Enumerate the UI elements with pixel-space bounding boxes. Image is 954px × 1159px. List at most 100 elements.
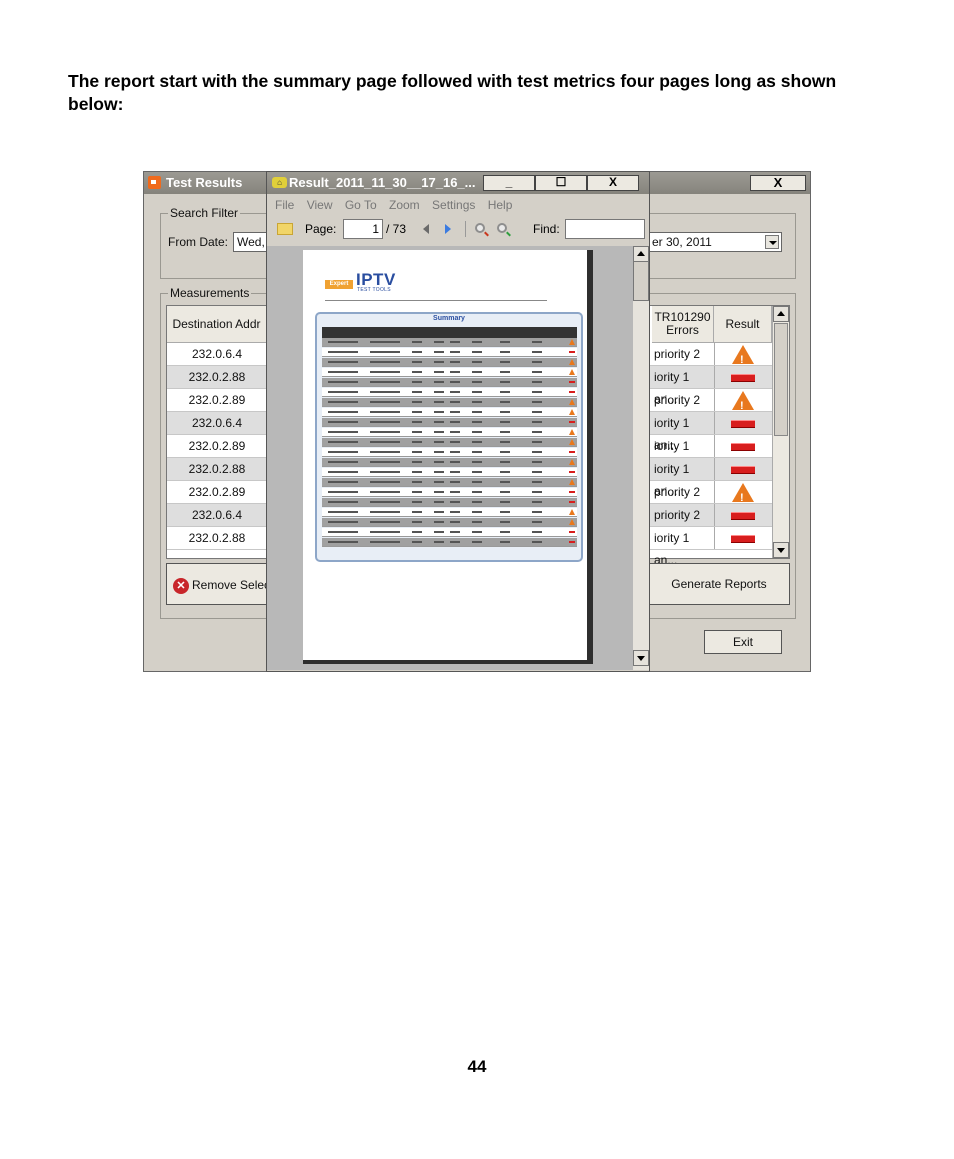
generate-reports-button[interactable]: Generate Reports xyxy=(648,563,790,605)
summary-mini-cell xyxy=(472,391,482,393)
summary-mini-cell xyxy=(450,481,460,483)
summary-mini-cell xyxy=(434,411,444,413)
header-rule xyxy=(325,300,547,301)
summary-mini-row xyxy=(322,458,577,467)
summary-mini-row xyxy=(322,498,577,507)
summary-mini-cell xyxy=(328,451,358,453)
scroll-down-icon[interactable] xyxy=(773,542,789,558)
column-header-destination[interactable]: Destination Addr xyxy=(167,306,267,343)
mini-warning-icon xyxy=(569,359,575,365)
to-date-field[interactable]: er 30, 2011 xyxy=(648,232,782,252)
menu-settings[interactable]: Settings xyxy=(432,198,475,212)
scroll-thumb[interactable] xyxy=(774,323,788,436)
exit-button[interactable]: Exit xyxy=(704,630,782,654)
summary-mini-cell xyxy=(532,371,542,373)
mini-fail-icon xyxy=(569,491,575,493)
summary-mini-cell xyxy=(500,471,510,473)
summary-mini-cell xyxy=(450,361,460,363)
minimize-button[interactable]: _ xyxy=(483,175,535,191)
folder-icon[interactable] xyxy=(277,223,293,235)
summary-mini-cell xyxy=(500,431,510,433)
summary-mini-row xyxy=(322,388,577,397)
summary-mini-cell xyxy=(434,431,444,433)
result-cell xyxy=(714,366,773,388)
summary-mini-cell xyxy=(472,441,482,443)
document-viewport[interactable]: Expert IPTV TEST TOOLS Summary xyxy=(267,246,633,670)
previous-page-icon[interactable] xyxy=(423,224,429,234)
errors-cell: priority 2 xyxy=(654,485,701,499)
summary-mini-row xyxy=(322,468,577,477)
summary-mini-cell xyxy=(532,341,542,343)
menu-view[interactable]: View xyxy=(307,198,333,212)
summary-mini-cell xyxy=(370,341,400,343)
menu-zoom[interactable]: Zoom xyxy=(389,198,420,212)
summary-mini-cell xyxy=(412,521,422,523)
menu-goto[interactable]: Go To xyxy=(345,198,377,212)
measurements-label: Measurements xyxy=(168,286,252,300)
summary-mini-cell xyxy=(472,341,482,343)
summary-mini-cell xyxy=(500,351,510,353)
next-page-icon[interactable] xyxy=(445,224,451,234)
toolbar-divider xyxy=(465,221,466,237)
pdf-toolbar: Page: 1 / 73 Find: xyxy=(267,218,649,242)
summary-mini-cell xyxy=(472,421,482,423)
close-button[interactable]: X xyxy=(750,175,806,191)
summary-mini-cell xyxy=(500,491,510,493)
pdf-scroll-thumb[interactable] xyxy=(633,261,649,301)
summary-mini-cell xyxy=(450,511,460,513)
maximize-button[interactable]: ☐ xyxy=(535,175,587,191)
summary-mini-cell xyxy=(532,481,542,483)
summary-mini-cell xyxy=(472,501,482,503)
pdf-scrollbar[interactable] xyxy=(633,246,649,670)
summary-mini-cell xyxy=(370,491,400,493)
mini-fail-icon xyxy=(569,381,575,383)
destination-cell: 232.0.2.88 xyxy=(188,462,246,476)
summary-mini-cell xyxy=(450,491,460,493)
summary-mini-row xyxy=(322,478,577,487)
menu-bar: File View Go To Zoom Settings Help xyxy=(275,198,521,212)
summary-mini-cell xyxy=(370,521,400,523)
column-header-result[interactable]: Result xyxy=(714,306,772,343)
pdf-titlebar[interactable]: ⌂ Result_2011_11_30__17_16_... _ ☐ X xyxy=(267,172,649,194)
zoom-in-icon[interactable] xyxy=(497,223,507,233)
summary-mini-cell xyxy=(412,441,422,443)
to-date-value: er 30, 2011 xyxy=(652,235,712,249)
remove-button-label: Remove Selec xyxy=(192,578,271,592)
fail-icon xyxy=(731,443,755,451)
chevron-down-icon[interactable] xyxy=(765,235,779,249)
summary-mini-cell xyxy=(370,541,400,543)
summary-mini-cell xyxy=(532,361,542,363)
fail-icon xyxy=(731,466,755,474)
pdf-close-button[interactable]: X xyxy=(587,175,639,191)
camera-icon xyxy=(148,176,161,189)
errors-cell: priority 2 xyxy=(654,508,701,522)
mini-warning-icon xyxy=(569,399,575,405)
scroll-up-icon[interactable] xyxy=(773,306,789,322)
table-scrollbar[interactable] xyxy=(772,306,789,558)
pdf-page: Expert IPTV TEST TOOLS Summary xyxy=(303,250,593,664)
column-header-errors[interactable]: TR101290 Errors xyxy=(652,306,714,343)
summary-mini-cell xyxy=(472,351,482,353)
menu-file[interactable]: File xyxy=(275,198,294,212)
mini-fail-icon xyxy=(569,391,575,393)
summary-mini-cell xyxy=(434,381,444,383)
summary-mini-cell xyxy=(532,541,542,543)
pdf-scroll-up-icon[interactable] xyxy=(633,246,649,262)
summary-mini-cell xyxy=(412,491,422,493)
zoom-out-icon[interactable] xyxy=(475,223,485,233)
remove-selected-button[interactable]: ✕ Remove Selec xyxy=(166,563,276,605)
summary-mini-cell xyxy=(450,531,460,533)
summary-mini-cell xyxy=(412,531,422,533)
summary-mini-cell xyxy=(412,361,422,363)
menu-help[interactable]: Help xyxy=(488,198,513,212)
summary-mini-cell xyxy=(434,341,444,343)
page-number-input[interactable]: 1 xyxy=(343,219,383,239)
summary-mini-cell xyxy=(328,401,358,403)
pdf-scroll-down-icon[interactable] xyxy=(633,650,649,666)
find-input[interactable] xyxy=(565,219,645,239)
summary-mini-cell xyxy=(434,541,444,543)
summary-mini-cell xyxy=(472,471,482,473)
summary-mini-cell xyxy=(472,411,482,413)
summary-mini-cell xyxy=(500,361,510,363)
summary-mini-cell xyxy=(328,351,358,353)
